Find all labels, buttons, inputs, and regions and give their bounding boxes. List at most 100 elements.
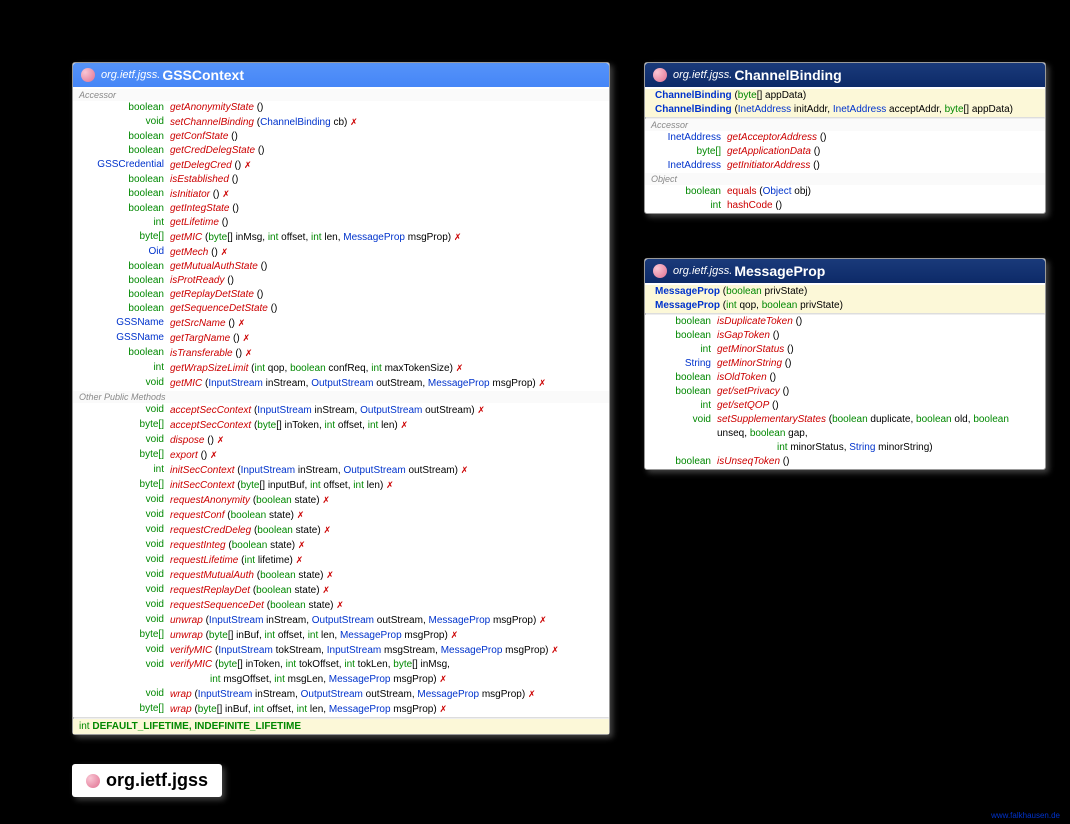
return-type: void [79,568,170,583]
return-type: void [79,115,170,130]
method-sig: getAnonymityState () [170,101,603,115]
return-type: void [79,508,170,523]
mp-header: org.ietf.jgss. MessageProp [645,259,1045,283]
package-name: org.ietf.jgss [106,770,208,791]
return-type: void [79,553,170,568]
method-sig: wrap (byte[] inBuf, int offset, int len,… [170,702,603,717]
return-type: boolean [79,260,170,274]
method-row: booleanisInitiator () ✗ [73,187,609,202]
return-type: void [79,376,170,391]
method-sig: getReplayDetState () [170,288,603,302]
constructor-row: MessageProp (int qop, boolean privState) [645,299,1045,313]
class-icon [653,264,667,278]
method-sig: isGapToken () [717,329,1039,343]
method-sig: getMech () ✗ [170,245,603,260]
return-type: boolean [651,329,717,343]
gsscontext-card: org.ietf.jgss. GSSContext Accessor boole… [72,62,610,735]
return-type: Oid [79,245,170,260]
method-sig: acceptSecContext (byte[] inToken, int of… [170,418,603,433]
method-row: voidrequestInteg (boolean state) ✗ [73,538,609,553]
method-row: voidverifyMIC (byte[] inToken, int tokOf… [73,658,609,687]
method-sig: isEstablished () [170,173,603,187]
method-row: voidrequestSequenceDet (boolean state) ✗ [73,598,609,613]
attribution-link[interactable]: www.falkhausen.de [991,811,1060,820]
return-type: byte[] [79,478,170,493]
return-type: GSSName [79,316,170,331]
return-type: GSSName [79,331,170,346]
method-sig: requestLifetime (int lifetime) ✗ [170,553,603,568]
method-row: booleanisGapToken () [645,329,1045,343]
class-icon [81,68,95,82]
method-row: StringgetMinorString () [645,357,1045,371]
class-title: ChannelBinding [734,67,841,83]
method-sig: unwrap (InputStream inStream, OutputStre… [170,613,603,628]
return-type: String [651,357,717,371]
return-type: void [79,583,170,598]
return-type: void [79,687,170,702]
method-row: GSSCredentialgetDelegCred () ✗ [73,158,609,173]
method-sig: getInitiatorAddress () [727,159,1039,173]
cb-header: org.ietf.jgss. ChannelBinding [645,63,1045,87]
method-sig: requestSequenceDet (boolean state) ✗ [170,598,603,613]
method-row: booleangetCredDelegState () [73,144,609,158]
method-sig: getMIC (InputStream inStream, OutputStre… [170,376,603,391]
package-icon [86,774,100,788]
method-row: voidrequestLifetime (int lifetime) ✗ [73,553,609,568]
method-sig: isInitiator () ✗ [170,187,603,202]
section-object: Object [645,173,1045,185]
return-type: void [79,658,170,687]
method-sig: getLifetime () [170,216,603,230]
method-sig: getWrapSizeLimit (int qop, boolean confR… [170,361,603,376]
method-row: voidsetChannelBinding (ChannelBinding cb… [73,115,609,130]
method-sig: requestCredDeleg (boolean state) ✗ [170,523,603,538]
method-row: inthashCode () [645,199,1045,213]
method-sig: getMutualAuthState () [170,260,603,274]
return-type: int [79,463,170,478]
method-sig: hashCode () [727,199,1039,213]
method-sig: dispose () ✗ [170,433,603,448]
method-row: GSSNamegetTargName () ✗ [73,331,609,346]
return-type: byte[] [79,628,170,643]
method-row: InetAddressgetAcceptorAddress () [645,131,1045,145]
method-row: InetAddressgetInitiatorAddress () [645,159,1045,173]
return-type: byte[] [79,702,170,717]
method-row: booleanget/setPrivacy () [645,385,1045,399]
method-row: voiddispose () ✗ [73,433,609,448]
method-sig: acceptSecContext (InputStream inStream, … [170,403,603,418]
method-row: booleanisOldToken () [645,371,1045,385]
method-row: voidrequestCredDeleg (boolean state) ✗ [73,523,609,538]
method-row: intgetMinorStatus () [645,343,1045,357]
method-sig: unwrap (byte[] inBuf, int offset, int le… [170,628,603,643]
method-sig: requestConf (boolean state) ✗ [170,508,603,523]
method-row: intinitSecContext (InputStream inStream,… [73,463,609,478]
return-type: boolean [651,185,727,199]
constructor-row: MessageProp (boolean privState) [645,285,1045,299]
method-row: byte[]export () ✗ [73,448,609,463]
return-type: GSSCredential [79,158,170,173]
return-type: void [79,538,170,553]
return-type: void [79,493,170,508]
method-sig: isDuplicateToken () [717,315,1039,329]
return-type: boolean [651,385,717,399]
return-type: boolean [79,187,170,202]
method-row: booleanisUnseqToken () [645,455,1045,469]
method-row: OidgetMech () ✗ [73,245,609,260]
method-row: booleangetConfState () [73,130,609,144]
method-row: booleangetAnonymityState () [73,101,609,115]
method-sig: requestReplayDet (boolean state) ✗ [170,583,603,598]
method-sig: getTargName () ✗ [170,331,603,346]
pkg-prefix: org.ietf.jgss. [673,69,732,81]
method-sig: setChannelBinding (ChannelBinding cb) ✗ [170,115,603,130]
constructor-row: ChannelBinding (InetAddress initAddr, In… [645,103,1045,117]
return-type: boolean [651,315,717,329]
method-row: voidrequestMutualAuth (boolean state) ✗ [73,568,609,583]
return-type: boolean [79,288,170,302]
return-type: InetAddress [651,159,727,173]
method-row: voidverifyMIC (InputStream tokStream, In… [73,643,609,658]
return-type: InetAddress [651,131,727,145]
return-type: boolean [79,202,170,216]
return-type: int [79,216,170,230]
method-row: intgetLifetime () [73,216,609,230]
method-row: voidrequestAnonymity (boolean state) ✗ [73,493,609,508]
return-type: boolean [79,274,170,288]
